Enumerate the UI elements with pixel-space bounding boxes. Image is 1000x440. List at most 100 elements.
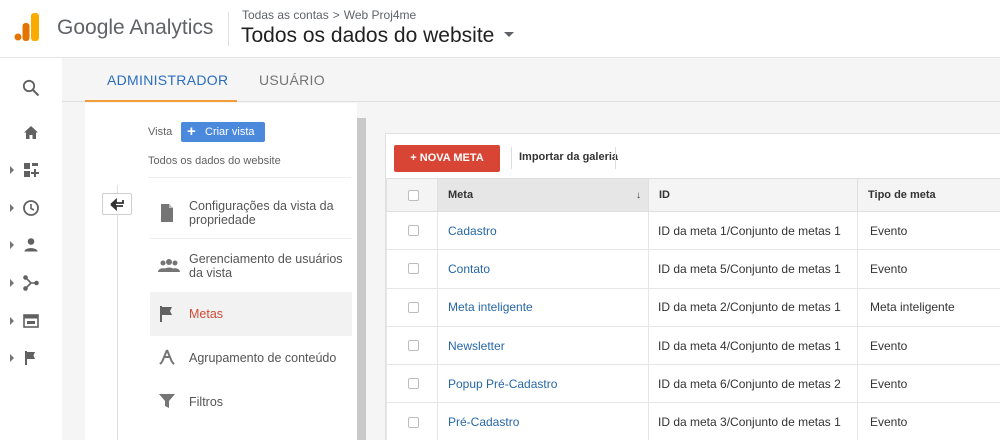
table-row: Cadastro ID da meta 1/Conjunto de metas …	[386, 210, 1000, 251]
row-checkbox[interactable]	[408, 416, 419, 428]
header-divider	[228, 12, 229, 46]
goal-id: ID da meta 4/Conjunto de metas 1	[648, 325, 858, 366]
column-label: Tipo de meta	[868, 189, 936, 201]
row-checkbox[interactable]	[408, 340, 419, 352]
table-row: Contato ID da meta 5/Conjunto de metas 1…	[386, 249, 1000, 289]
nav-item-label: Configurações da vista da propriedade	[189, 199, 334, 227]
tab-admin[interactable]: ADMINISTRADOR	[107, 72, 228, 88]
nav-item-content-grouping[interactable]: Agrupamento de conteúdo	[150, 338, 352, 378]
analytics-logo-icon[interactable]	[14, 13, 40, 41]
nav-divider	[150, 238, 352, 239]
back-button[interactable]	[102, 193, 132, 215]
expand-arrow-icon	[10, 241, 14, 249]
walk-icon	[159, 349, 175, 365]
create-view-label: Criar vista	[205, 126, 255, 138]
goal-name-link[interactable]: Cadastro	[437, 210, 649, 251]
row-checkbox[interactable]	[408, 378, 419, 390]
expand-arrow-icon	[10, 279, 14, 287]
breadcrumb-separator: >	[332, 8, 340, 22]
row-checkbox[interactable]	[408, 225, 419, 237]
toolbar-divider	[511, 147, 512, 169]
flag-icon	[25, 351, 35, 365]
nav-item-user-management[interactable]: Gerenciamento de usuários da vista	[150, 244, 352, 290]
row-checkbox[interactable]	[408, 301, 419, 313]
home-icon	[24, 126, 38, 139]
goal-id: ID da meta 6/Conjunto de metas 2	[648, 364, 858, 404]
column-header-id[interactable]: ID	[648, 178, 858, 212]
rail-customization[interactable]	[0, 152, 62, 188]
table-row: Popup Pré-Cadastro ID da meta 6/Conjunto…	[386, 364, 1000, 404]
column-header-goal[interactable]: Meta ↓	[437, 178, 649, 212]
tab-user[interactable]: USUÁRIO	[259, 72, 325, 88]
breadcrumb[interactable]: Todas as contas > Web Proj4me	[242, 8, 416, 22]
admin-tabs: ADMINISTRADOR USUÁRIO	[62, 58, 1000, 102]
goal-id: ID da meta 1/Conjunto de metas 1	[648, 210, 858, 251]
goal-id: ID da meta 2/Conjunto de metas 1	[648, 287, 858, 327]
arrow-back-icon	[110, 198, 124, 211]
breadcrumb-property[interactable]: Web Proj4me	[344, 8, 416, 22]
filter-icon	[159, 394, 175, 408]
nav-item-label: Gerenciamento de usuários da vista	[189, 252, 343, 280]
breadcrumb-account[interactable]: Todas as contas	[242, 8, 329, 22]
table-header-row: Meta ↓ ID Tipo de meta	[386, 178, 1000, 212]
expand-arrow-icon	[10, 204, 14, 212]
goal-type: Evento	[857, 402, 1000, 440]
create-view-button[interactable]: + Criar vista	[181, 122, 265, 142]
nav-item-label: Metas	[189, 307, 224, 321]
panel-divider	[148, 177, 351, 178]
goal-name-link[interactable]: Popup Pré-Cadastro	[437, 364, 649, 404]
current-view-name: Todos os dados do website	[148, 155, 281, 167]
rail-home[interactable]	[0, 115, 62, 151]
view-selector[interactable]: Todos os dados do website	[241, 24, 515, 48]
person-icon	[24, 238, 38, 252]
flag-icon	[160, 306, 172, 322]
goal-type: Evento	[857, 364, 1000, 404]
goal-name-link[interactable]: Newsletter	[437, 325, 649, 366]
expand-arrow-icon	[10, 166, 14, 174]
select-all-checkbox[interactable]	[408, 189, 419, 201]
rail-conversions[interactable]	[0, 340, 62, 376]
rail-acquisition[interactable]	[0, 265, 62, 301]
column-label: ID	[659, 189, 670, 201]
plus-icon: +	[187, 123, 196, 140]
select-all-header[interactable]	[386, 178, 438, 212]
column-header-type[interactable]: Tipo de meta	[857, 178, 1000, 212]
goals-table: Meta ↓ ID Tipo de meta Cadastro ID da met…	[386, 178, 1000, 440]
nav-item-label: Agrupamento de conteúdo	[189, 351, 337, 365]
view-title: Todos os dados do website	[241, 24, 495, 47]
rail-behavior[interactable]	[0, 303, 62, 339]
nav-item-filters[interactable]: Filtros	[150, 382, 352, 422]
rail-search[interactable]	[0, 70, 62, 106]
document-icon	[161, 204, 173, 222]
panel-scrollbar[interactable]	[357, 118, 366, 440]
brand-name: Google Analytics	[57, 16, 214, 39]
acquisition-icon	[23, 275, 39, 291]
goal-name-link[interactable]: Pré-Cadastro	[437, 402, 649, 440]
chevron-down-icon	[504, 31, 515, 37]
behavior-icon	[23, 314, 39, 328]
rail-realtime[interactable]	[0, 190, 62, 226]
new-goal-button[interactable]: + NOVA META	[394, 145, 500, 172]
import-gallery-button[interactable]: Importar da galeria	[519, 151, 618, 163]
nav-item-view-settings[interactable]: Configurações da vista da propriedade	[150, 190, 352, 236]
left-rail	[0, 58, 62, 440]
search-icon	[22, 79, 40, 97]
goal-id: ID da meta 5/Conjunto de metas 1	[648, 249, 858, 289]
goal-name-link[interactable]: Meta inteligente	[437, 287, 649, 327]
goal-name-link[interactable]: Contato	[437, 249, 649, 289]
goal-type: Evento	[857, 325, 1000, 366]
tree-line	[117, 185, 118, 440]
nav-item-goals[interactable]: Metas	[150, 292, 352, 336]
nav-item-label: Filtros	[189, 395, 224, 409]
table-row: Newsletter ID da meta 4/Conjunto de meta…	[386, 325, 1000, 366]
sort-down-icon: ↓	[636, 190, 641, 201]
row-checkbox[interactable]	[408, 263, 419, 275]
goal-type: Evento	[857, 249, 1000, 289]
toolbar-divider	[615, 147, 616, 169]
table-row: Pré-Cadastro ID da meta 3/Conjunto de me…	[386, 402, 1000, 440]
goal-id: ID da meta 3/Conjunto de metas 1	[648, 402, 858, 440]
vista-label: Vista	[148, 126, 173, 138]
goal-type: Evento	[857, 210, 1000, 251]
rail-audience[interactable]	[0, 227, 62, 263]
expand-arrow-icon	[10, 317, 14, 325]
